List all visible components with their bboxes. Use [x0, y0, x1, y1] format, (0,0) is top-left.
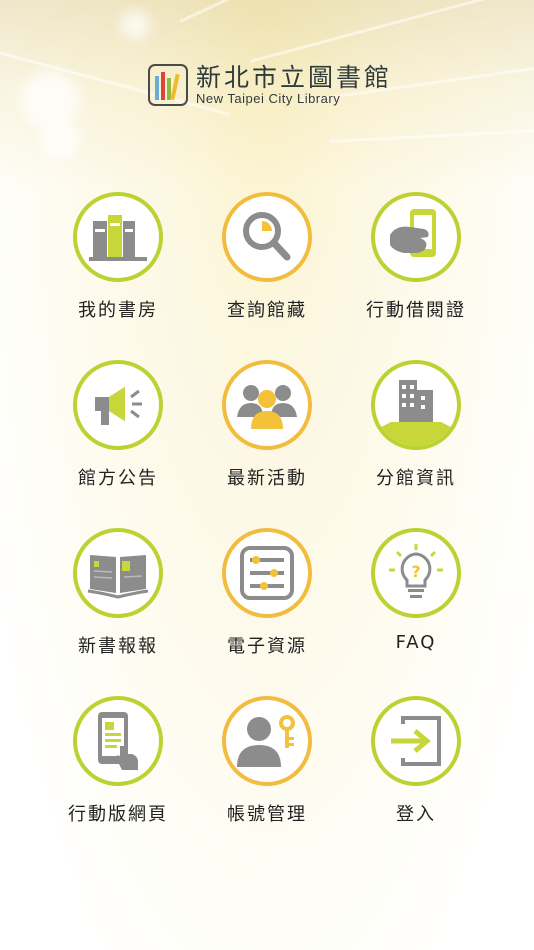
menu-item-faq[interactable]: ? FAQ [341, 528, 491, 653]
mobile-web-icon [98, 712, 138, 770]
phone-card-icon [390, 209, 436, 257]
menu-button-login[interactable] [371, 696, 461, 786]
menu-button-announcements[interactable] [73, 360, 163, 450]
menu-item-login[interactable]: 登入 [341, 696, 491, 826]
menu-item-announcements[interactable]: 館方公告 [43, 360, 193, 490]
menu-label-my-bookroom: 我的書房 [78, 300, 158, 321]
menu-label-new-books: 新書報報 [78, 636, 158, 657]
library-title-en: New Taipei City Library [196, 91, 341, 106]
tablet-icon [240, 546, 294, 600]
menu-button-faq[interactable]: ? [371, 528, 461, 618]
menu-label-faq: FAQ [395, 632, 437, 653]
menu-label-mobile-web: 行動版網頁 [68, 804, 168, 825]
svg-text:?: ? [411, 562, 420, 581]
open-book-icon [87, 555, 149, 599]
menu-button-new-books[interactable] [73, 528, 163, 618]
menu-label-latest-events: 最新活動 [227, 468, 307, 489]
library-logo-icon [148, 64, 188, 106]
menu-button-search-collection[interactable] [222, 192, 312, 282]
menu-item-e-resources[interactable]: 電子資源 [192, 528, 342, 658]
people-group-icon [237, 385, 297, 429]
search-icon [243, 212, 291, 261]
menu-button-mobile-web[interactable] [73, 696, 163, 786]
menu-button-e-resources[interactable] [222, 528, 312, 618]
menu-item-mobile-card[interactable]: 行動借閱證 [341, 192, 491, 322]
menu-button-branch-info[interactable] [371, 360, 461, 450]
menu-button-my-bookroom[interactable] [73, 192, 163, 282]
library-title-zh: 新北市立圖書館 [196, 63, 393, 92]
library-logo: 新北市立圖書館 New Taipei City Library [148, 62, 392, 108]
menu-item-account-management[interactable]: 帳號管理 [192, 696, 342, 826]
menu-label-announcements: 館方公告 [78, 468, 158, 489]
user-key-icon [237, 715, 295, 767]
login-icon [391, 716, 441, 766]
books-icon [89, 215, 147, 261]
menu-item-branch-info[interactable]: 分館資訊 [341, 360, 491, 490]
menu-button-account-management[interactable] [222, 696, 312, 786]
menu-label-search-collection: 查詢館藏 [227, 300, 307, 321]
menu-button-latest-events[interactable] [222, 360, 312, 450]
menu-item-new-books[interactable]: 新書報報 [43, 528, 193, 658]
menu-item-my-bookroom[interactable]: 我的書房 [43, 192, 193, 322]
menu-label-account-management: 帳號管理 [227, 804, 307, 825]
menu-label-login: 登入 [396, 804, 436, 825]
lightbulb-icon: ? [389, 544, 443, 598]
building-icon [375, 380, 457, 446]
menu-item-latest-events[interactable]: 最新活動 [192, 360, 342, 490]
menu-item-mobile-web[interactable]: 行動版網頁 [43, 696, 193, 826]
megaphone-icon [95, 387, 142, 425]
menu-label-branch-info: 分館資訊 [376, 468, 456, 489]
menu-button-mobile-card[interactable] [371, 192, 461, 282]
menu-label-mobile-card: 行動借閱證 [366, 300, 466, 321]
menu-label-e-resources: 電子資源 [227, 636, 307, 657]
menu-item-search-collection[interactable]: 查詢館藏 [192, 192, 342, 322]
